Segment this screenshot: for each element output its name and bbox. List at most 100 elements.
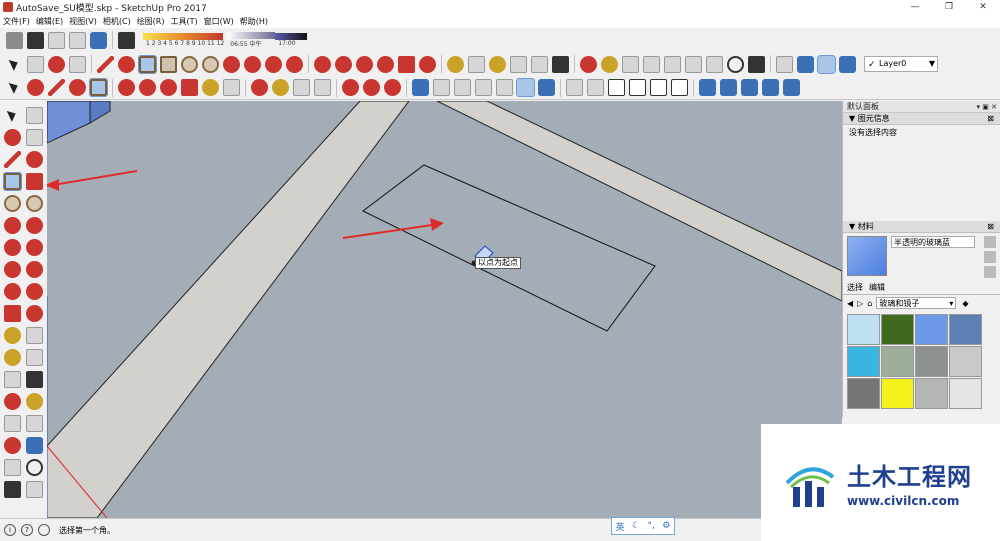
material-swatch[interactable] (847, 346, 880, 377)
user-icon[interactable] (38, 524, 50, 536)
shaded-style-icon[interactable] (496, 79, 513, 96)
tape-measure-icon[interactable] (4, 327, 21, 344)
pie-tool-icon[interactable] (26, 239, 43, 256)
monochrome-style-icon[interactable] (538, 79, 555, 96)
push-pull-icon[interactable] (26, 261, 43, 278)
polygon-tool-icon[interactable] (202, 55, 219, 73)
move-tool-icon[interactable] (4, 261, 21, 278)
share-model-icon[interactable] (363, 79, 380, 96)
front-view-icon[interactable] (608, 79, 625, 96)
text-tool-icon[interactable] (223, 79, 240, 96)
right-view-icon[interactable] (629, 79, 646, 96)
zoom-icon[interactable] (622, 55, 639, 73)
warehouse-icon[interactable] (342, 79, 359, 96)
solid-trim-icon[interactable] (741, 79, 758, 96)
text-tool-icon[interactable] (26, 349, 43, 366)
menu-help[interactable]: 帮助(H) (240, 16, 268, 27)
month-slider[interactable] (143, 33, 223, 40)
material-swatch[interactable] (847, 378, 880, 409)
warehouse-icon[interactable] (797, 55, 814, 73)
arc-tool-icon[interactable] (4, 217, 21, 234)
back-icon[interactable]: ◀ (847, 299, 853, 308)
tape-measure-icon[interactable] (202, 79, 219, 96)
solid-intersect-icon[interactable] (762, 79, 779, 96)
send-email-icon[interactable] (27, 31, 44, 49)
material-swatch[interactable] (847, 314, 880, 345)
solid-split-icon[interactable] (783, 79, 800, 96)
current-material-swatch[interactable] (847, 236, 887, 276)
material-name-field[interactable]: 半透明的玻璃蓝 (891, 236, 975, 248)
wireframe-style-icon[interactable] (454, 79, 471, 96)
freehand-tool-icon[interactable] (118, 55, 135, 73)
home-icon[interactable]: ⌂ (867, 299, 872, 308)
shaded-textures-style-icon[interactable] (516, 78, 535, 97)
top-view-icon[interactable] (587, 79, 604, 96)
pin-icon[interactable]: ⊠ (987, 221, 994, 233)
walk-icon[interactable] (748, 55, 765, 73)
menu-view[interactable]: 视图(V) (69, 16, 97, 27)
hidden-line-style-icon[interactable] (475, 79, 492, 96)
protractor-icon[interactable] (489, 55, 506, 73)
rotate-tool-icon[interactable] (4, 283, 21, 300)
paint-bucket-icon[interactable] (48, 55, 65, 73)
menu-edit[interactable]: 编辑(E) (36, 16, 63, 27)
scale-tool-icon[interactable] (398, 55, 415, 73)
tab-edit[interactable]: 编辑 (869, 282, 885, 293)
select-arrow-icon[interactable] (6, 79, 23, 96)
line-tool-icon[interactable] (4, 151, 21, 168)
paint-bucket-icon[interactable] (4, 129, 21, 146)
offset-tool-icon[interactable] (26, 305, 43, 322)
solid-subtract-icon[interactable] (720, 79, 737, 96)
paint-bucket-icon[interactable] (27, 79, 44, 96)
eraser-icon[interactable] (69, 55, 86, 73)
zoom-window-icon[interactable] (643, 55, 660, 73)
protractor-icon[interactable] (4, 349, 21, 366)
extension-manager-icon[interactable] (817, 54, 836, 74)
ruby-console-icon[interactable] (384, 79, 401, 96)
scale-tool-icon[interactable] (4, 305, 21, 322)
push-pull-icon[interactable] (118, 79, 135, 96)
move-tool-icon[interactable] (314, 55, 331, 73)
freehand-tool-icon[interactable] (26, 151, 43, 168)
pan-icon[interactable] (26, 393, 43, 410)
scale-tool-icon[interactable] (181, 79, 198, 96)
material-swatch[interactable] (881, 378, 914, 409)
make-component-icon[interactable] (27, 55, 44, 73)
orbit-icon[interactable] (4, 393, 21, 410)
zoom-icon[interactable] (293, 79, 310, 96)
arc-tool-icon[interactable] (223, 55, 240, 73)
menu-camera[interactable]: 相机(C) (103, 16, 131, 27)
details-icon[interactable]: ◆ (962, 299, 968, 308)
material-category-dropdown[interactable]: 玻璃和镜子 ▾ (876, 297, 957, 309)
two-point-arc-icon[interactable] (244, 55, 261, 73)
follow-me-icon[interactable] (26, 283, 43, 300)
rotated-rectangle-icon[interactable] (160, 55, 177, 73)
three-point-arc-icon[interactable] (265, 55, 282, 73)
walk-icon[interactable] (4, 481, 21, 498)
tray-controls[interactable]: ▾ ▣ ✕ (977, 101, 997, 113)
section-plane-icon[interactable] (26, 481, 43, 498)
material-swatch[interactable] (915, 314, 948, 345)
create-material-icon[interactable] (984, 251, 996, 263)
material-swatch[interactable] (949, 346, 982, 377)
display-secondary-icon[interactable] (984, 236, 996, 248)
pie-tool-icon[interactable] (286, 55, 303, 73)
line-tool-icon[interactable] (48, 79, 65, 96)
push-pull-icon[interactable] (335, 55, 352, 73)
material-swatch[interactable] (915, 378, 948, 409)
dimension-tool-icon[interactable] (468, 55, 485, 73)
circle-tool-icon[interactable] (181, 55, 198, 73)
zoom-window-icon[interactable] (26, 415, 43, 432)
help-icon[interactable]: ? (21, 524, 33, 536)
orbit-icon[interactable] (580, 55, 597, 73)
forward-icon[interactable]: ▷ (857, 299, 863, 308)
arc-tool-icon[interactable] (69, 79, 86, 96)
iso-view-icon[interactable] (566, 79, 583, 96)
rectangle-tool-icon[interactable] (89, 78, 108, 97)
previous-view-icon[interactable] (685, 55, 702, 73)
rotated-rectangle-icon[interactable] (26, 173, 43, 190)
material-swatch[interactable] (949, 314, 982, 345)
material-swatch[interactable] (915, 346, 948, 377)
ime-language[interactable]: 英 (616, 520, 625, 533)
default-material-icon[interactable] (984, 266, 996, 278)
